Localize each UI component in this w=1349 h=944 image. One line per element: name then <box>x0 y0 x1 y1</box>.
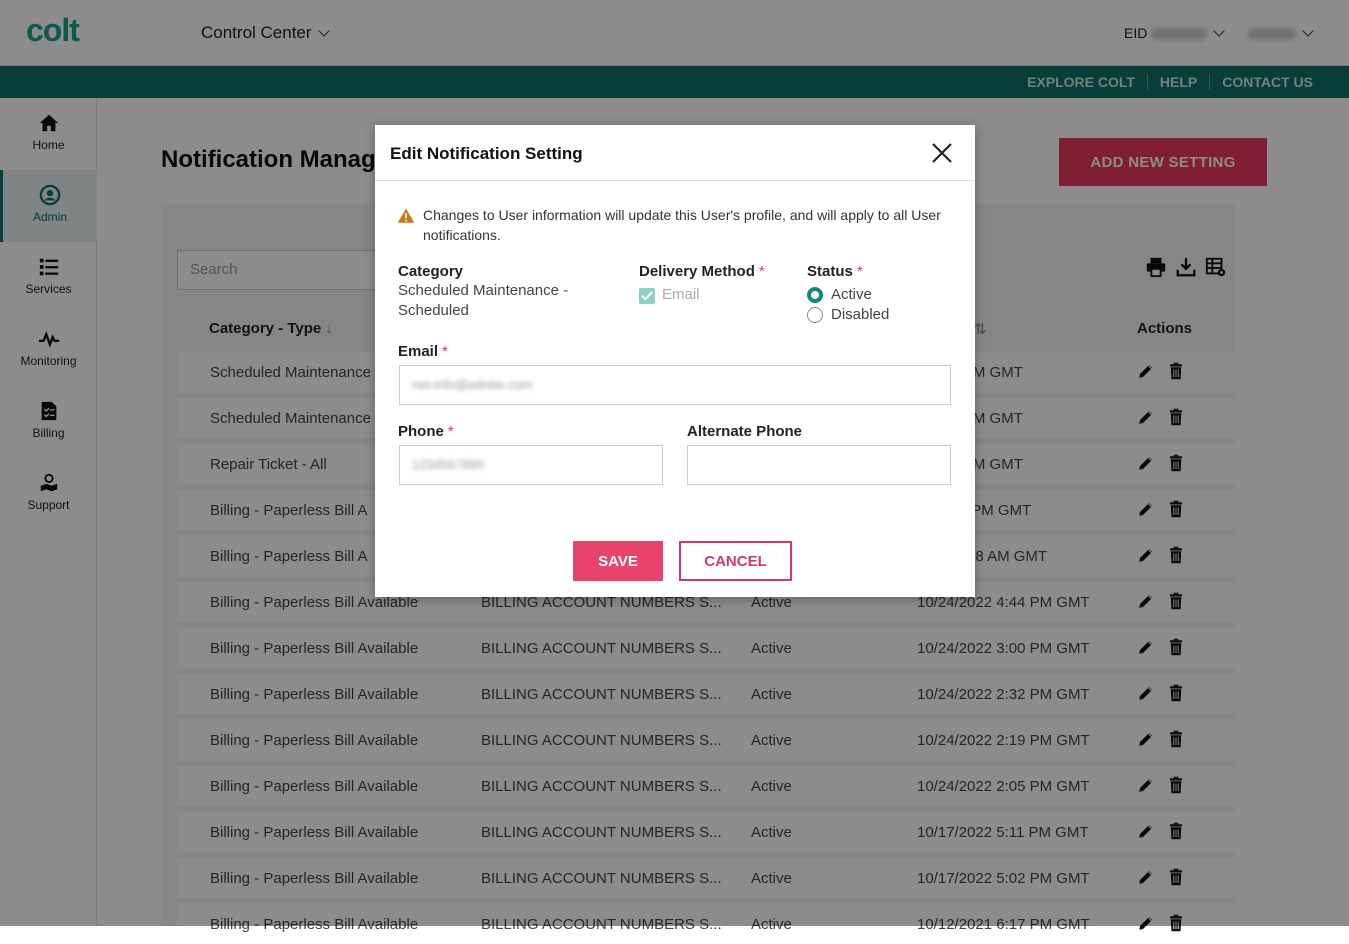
status-disabled-radio[interactable] <box>807 307 823 323</box>
delivery-method-label: Delivery Method * <box>639 263 765 280</box>
alternate-phone-input[interactable] <box>687 445 951 485</box>
status-label-text: Status <box>807 263 853 280</box>
modal-title: Edit Notification Setting <box>390 144 583 163</box>
required-marker: * <box>856 263 863 280</box>
status-label: Status * <box>807 263 863 280</box>
phone-input[interactable]: 1234567890 <box>399 445 663 485</box>
delivery-method-label-text: Delivery Method <box>639 263 755 280</box>
phone-value: 1234567890 <box>412 457 485 472</box>
status-active-label: Active <box>831 286 872 303</box>
save-button[interactable]: SAVE <box>573 541 663 581</box>
category-value: Scheduled Maintenance - Scheduled <box>398 282 569 319</box>
edit-notification-modal: Edit Notification Setting Changes to Use… <box>375 125 975 597</box>
status-active-radio[interactable] <box>807 287 823 303</box>
email-delivery-checkbox[interactable] <box>639 288 655 304</box>
cancel-button[interactable]: CANCEL <box>679 541 792 581</box>
phone-label: Phone * <box>398 423 454 440</box>
category-label: Category <box>398 263 464 280</box>
alternate-phone-label: Alternate Phone <box>687 423 803 440</box>
email-label: Email * <box>398 343 448 360</box>
email-value: net-info@adobe.com <box>412 377 533 392</box>
required-marker: * <box>442 343 448 360</box>
modal-header: Edit Notification Setting <box>375 125 975 181</box>
required-marker: * <box>447 423 454 440</box>
email-delivery-label: Email <box>662 286 700 303</box>
status-disabled-label: Disabled <box>831 306 890 323</box>
email-label-text: Email <box>398 343 439 360</box>
close-icon[interactable] <box>930 141 954 165</box>
email-input[interactable]: net-info@adobe.com <box>399 365 951 405</box>
warning-message: Changes to User information will update … <box>423 207 941 243</box>
required-marker: * <box>758 263 765 280</box>
phone-label-text: Phone <box>398 423 444 440</box>
warning-icon <box>397 208 415 223</box>
